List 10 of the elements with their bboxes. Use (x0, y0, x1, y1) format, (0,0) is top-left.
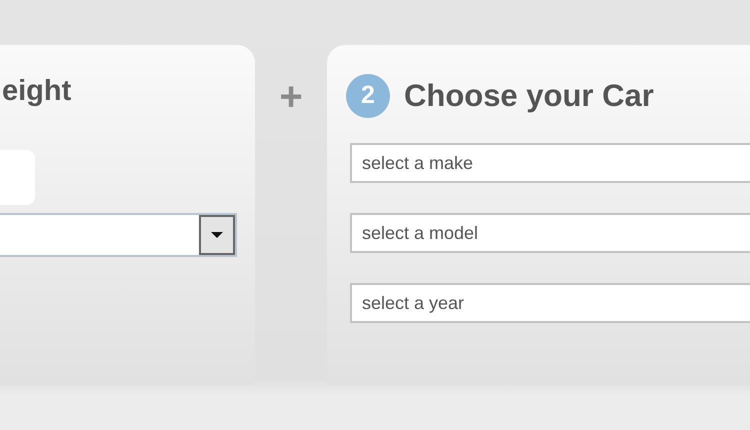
caret-icon (211, 232, 223, 238)
select-field[interactable]: select a model (350, 213, 750, 253)
panel-title: eight (1, 75, 72, 109)
plus-sign: + (278, 74, 304, 120)
panel-title: Choose your Car (404, 78, 654, 114)
dropdown-button[interactable] (199, 215, 235, 255)
step-number: 2 (346, 74, 390, 118)
select-field[interactable]: select a year (350, 283, 750, 323)
select-field[interactable]: select a make (350, 143, 750, 183)
dropdown-field[interactable] (0, 213, 237, 257)
